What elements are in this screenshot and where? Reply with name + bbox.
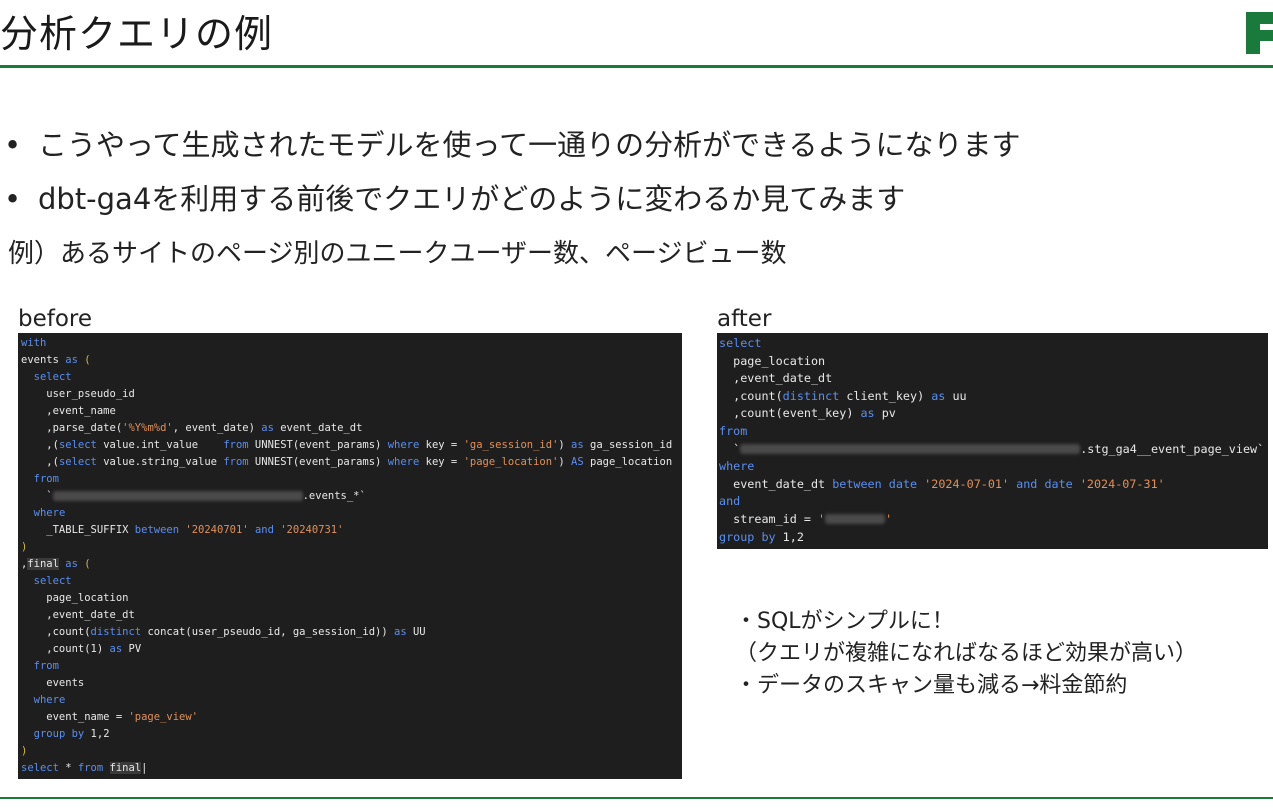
- brand-logo-icon: [1246, 12, 1273, 54]
- bullet-item: • dbt-ga4を利用する前後でクエリがどのように変わるか見てみます: [4, 172, 1021, 226]
- after-label: after: [717, 306, 772, 332]
- bullet-item: • こうやって生成されたモデルを使って一通りの分析ができるようになります: [4, 118, 1021, 172]
- footer-divider: [0, 797, 1273, 799]
- note-item: ・SQLがシンプルに！: [735, 609, 954, 634]
- title-divider: [0, 65, 1273, 68]
- bullet-dot-icon: •: [4, 182, 22, 216]
- bullet-list: • こうやって生成されたモデルを使って一通りの分析ができるようになります • dbt…: [4, 118, 1021, 226]
- notes-list: ・SQLがシンプルに！ （クエリが複雑になればなるほど効果が高い） ・データのス…: [735, 606, 1197, 702]
- note-item: （クエリが複雑になればなるほど効果が高い）: [735, 641, 1198, 666]
- note-item: ・データのスキャン量も減る→料金節約: [735, 673, 1128, 698]
- example-caption: 例）あるサイトのページ別のユニークユーザー数、ページビュー数: [8, 239, 787, 269]
- before-sql-code: with events as ( select user_pseudo_id ,e…: [18, 333, 682, 779]
- after-sql-code: select page_location ,event_date_dt ,cou…: [717, 333, 1268, 549]
- bullet-dot-icon: •: [4, 128, 22, 162]
- before-label: before: [18, 306, 93, 332]
- slide-title: 分析クエリの例: [0, 12, 274, 56]
